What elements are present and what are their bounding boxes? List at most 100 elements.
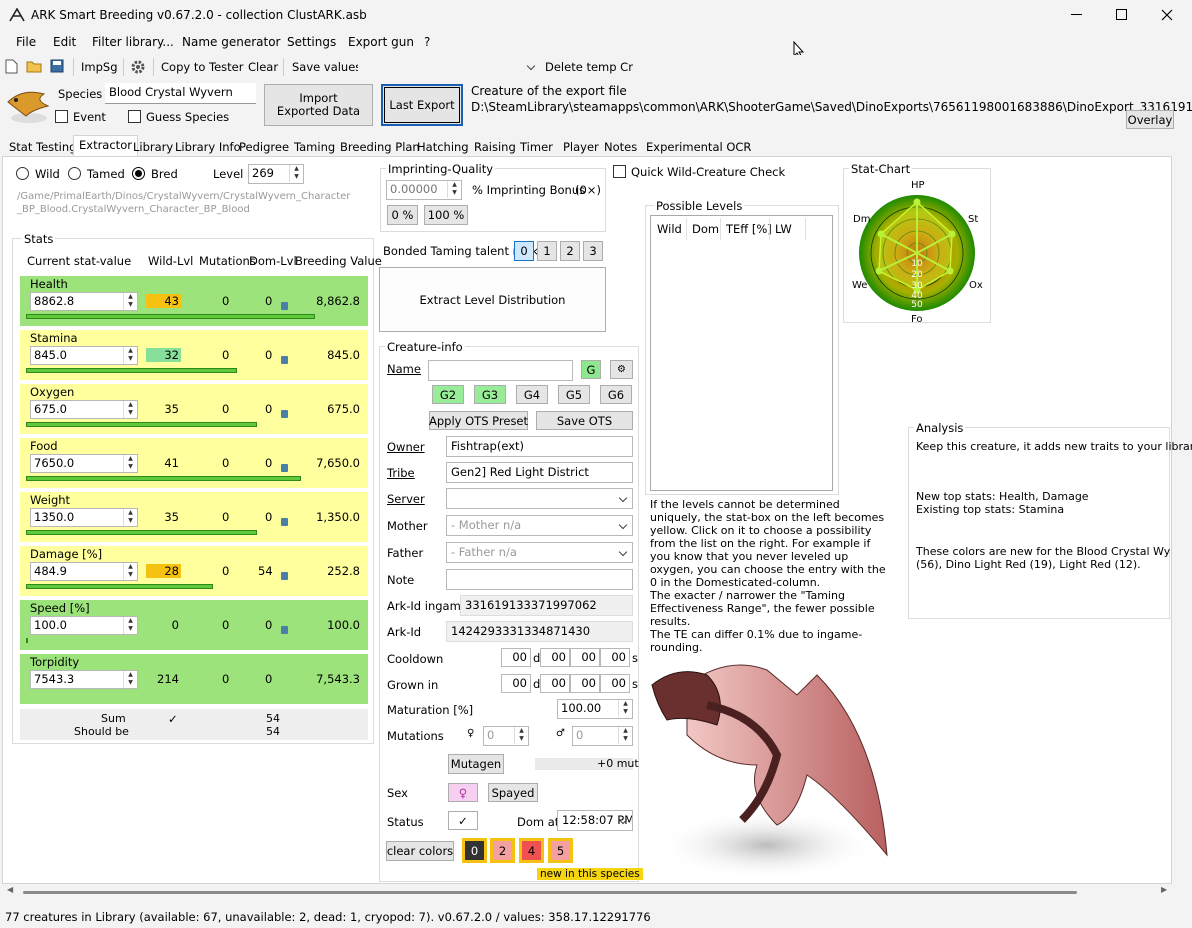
save-icon[interactable] [50,59,64,73]
stat-row[interactable]: Stamina 845.0 ▲ ▼ 32 0 0 845.0 [20,330,368,380]
stat-value-input[interactable]: 7543.3 ▲ ▼ [30,670,138,689]
menu-export-gun[interactable]: Export gun [348,35,414,49]
stat-row[interactable]: Weight 1350.0 ▲ ▼ 35 0 0 1,350.0 [20,492,368,542]
menu-name-generator[interactable]: Name generator [182,35,280,49]
save-ots-button[interactable]: Save OTS [536,411,633,430]
g3-button[interactable]: G3 [474,385,506,404]
cooldown-s-input[interactable]: 00 [600,648,630,667]
stat-value-input[interactable]: 484.9 ▲ ▼ [30,562,138,581]
stat-row[interactable]: Damage [%] 484.9 ▲ ▼ 28 0 54 252.8 [20,546,368,596]
color-region-2[interactable]: 2 [490,838,515,863]
spayed-button[interactable]: Spayed [488,783,538,802]
lock-icon[interactable] [281,356,288,364]
minimize-button[interactable] [1071,14,1082,15]
stat-dom-level[interactable]: 54 [258,564,273,578]
mother-select[interactable]: - Mother n/a [446,515,633,536]
stat-row[interactable]: Torpidity 7543.3 ▲ ▼ 214 0 0 7,543.3 [20,654,368,704]
mutations-female-input[interactable]: 0 ▲ ▼ [483,726,529,746]
menu-settings[interactable]: Settings [287,35,336,49]
possible-levels-list[interactable] [650,215,833,491]
lock-icon[interactable] [281,410,288,418]
stat-dom-level[interactable]: 0 [265,402,272,416]
tamed-radio[interactable] [68,167,81,180]
stat-row[interactable]: Food 7650.0 ▲ ▼ 41 0 0 7,650.0 [20,438,368,488]
overlay-button[interactable]: Overlay [1126,110,1174,129]
lock-icon[interactable] [281,572,288,580]
apply-ots-button[interactable]: Apply OTS Preset [429,411,528,430]
scroll-right-icon[interactable]: ▶ [1161,885,1167,894]
grown-s-input[interactable]: 00 [600,674,630,693]
name-label[interactable]: Name [387,362,421,376]
lock-icon[interactable] [281,626,288,634]
stat-wild-level[interactable]: 214 [146,672,181,686]
menu-help[interactable]: ? [424,35,430,49]
tab-experimental-ocr[interactable]: Experimental OCR [640,137,757,156]
tab-stat-testing[interactable]: Stat Testing [3,137,82,156]
note-input[interactable] [446,569,633,590]
stat-wild-level[interactable]: 32 [146,348,181,362]
imprint-100-button[interactable]: 100 % [424,205,468,225]
stat-wild-level[interactable]: 41 [146,456,181,470]
owner-input[interactable]: Fishtrap(ext) [446,436,633,457]
mutagen-button[interactable]: Mutagen [448,754,504,774]
bred-radio[interactable] [132,167,145,180]
clear-colors-button[interactable]: clear colors [386,841,454,861]
impsg-button[interactable]: ImpSg [81,60,118,74]
import-exported-data-button[interactable]: Import Exported Data [264,84,373,126]
stat-wild-level[interactable]: 43 [146,294,181,308]
stat-value-input[interactable]: 100.0 ▲ ▼ [30,616,138,635]
stat-dom-level[interactable]: 0 [265,456,272,470]
gear-icon[interactable] [130,59,146,75]
bonded-rank-1[interactable]: 1 [537,241,557,261]
color-region-0[interactable]: 0 [462,838,487,863]
delete-temp-button[interactable]: Delete temp Cr [545,60,633,74]
tribe-label[interactable]: Tribe [387,466,415,480]
bonded-rank-0[interactable]: 0 [514,241,534,261]
owner-label[interactable]: Owner [387,440,425,454]
imprinting-input[interactable]: 0.00000 ▲ ▼ [386,180,462,200]
open-folder-icon[interactable] [26,59,43,73]
grown-d-input[interactable]: 00 [501,674,531,693]
stat-wild-level[interactable]: 35 [146,402,181,416]
cooldown-m-input[interactable]: 00 [570,648,600,667]
new-file-icon[interactable] [5,59,18,74]
lock-icon[interactable] [281,302,288,310]
stat-value-input[interactable]: 1350.0 ▲ ▼ [30,508,138,527]
tab-hatching[interactable]: Hatching [411,137,475,156]
save-values-dropdown[interactable] [358,57,540,77]
save-values-button[interactable]: Save values [292,60,361,74]
stat-wild-level[interactable]: 0 [146,618,181,632]
g4-button[interactable]: G4 [516,385,548,404]
grown-m-input[interactable]: 00 [570,674,600,693]
color-region-5[interactable]: 5 [548,838,573,863]
quick-wild-check-checkbox[interactable] [613,165,626,178]
menu-filter-library[interactable]: Filter library... [92,35,174,49]
stat-row[interactable]: Oxygen 675.0 ▲ ▼ 35 0 0 675.0 [20,384,368,434]
status-button[interactable]: ✓ [448,811,478,830]
wild-radio[interactable] [16,167,29,180]
stat-wild-level[interactable]: 28 [146,564,181,578]
sex-button[interactable]: ♀ [448,783,478,802]
scrollbar-thumb[interactable] [23,891,1077,894]
tab-pedigree[interactable]: Pedigree [233,137,295,156]
scroll-left-icon[interactable]: ◀ [7,885,13,894]
imprint-0-button[interactable]: 0 % [387,205,418,225]
stat-value-input[interactable]: 675.0 ▲ ▼ [30,400,138,419]
menu-file[interactable]: File [16,35,36,49]
close-button[interactable] [1161,9,1173,21]
name-settings-button[interactable]: ⚙ [610,360,633,379]
father-select[interactable]: - Father n/a [446,542,633,563]
bonded-rank-2[interactable]: 2 [560,241,580,261]
server-label[interactable]: Server [387,492,425,506]
extract-level-distribution-button[interactable]: Extract Level Distribution [379,267,606,332]
maximize-button[interactable] [1116,9,1127,20]
level-input[interactable]: 269 ▲ ▼ [248,164,304,184]
stat-value-input[interactable]: 8862.8 ▲ ▼ [30,292,138,311]
cooldown-h-input[interactable]: 00 [540,648,570,667]
event-checkbox[interactable] [55,110,68,123]
species-input[interactable]: Blood Crystal Wyvern [105,83,256,104]
guess-species-checkbox[interactable] [128,110,141,123]
last-export-button[interactable]: Last Export [381,84,463,126]
stat-dom-level[interactable]: 0 [265,672,272,686]
cooldown-d-input[interactable]: 00 [501,648,531,667]
